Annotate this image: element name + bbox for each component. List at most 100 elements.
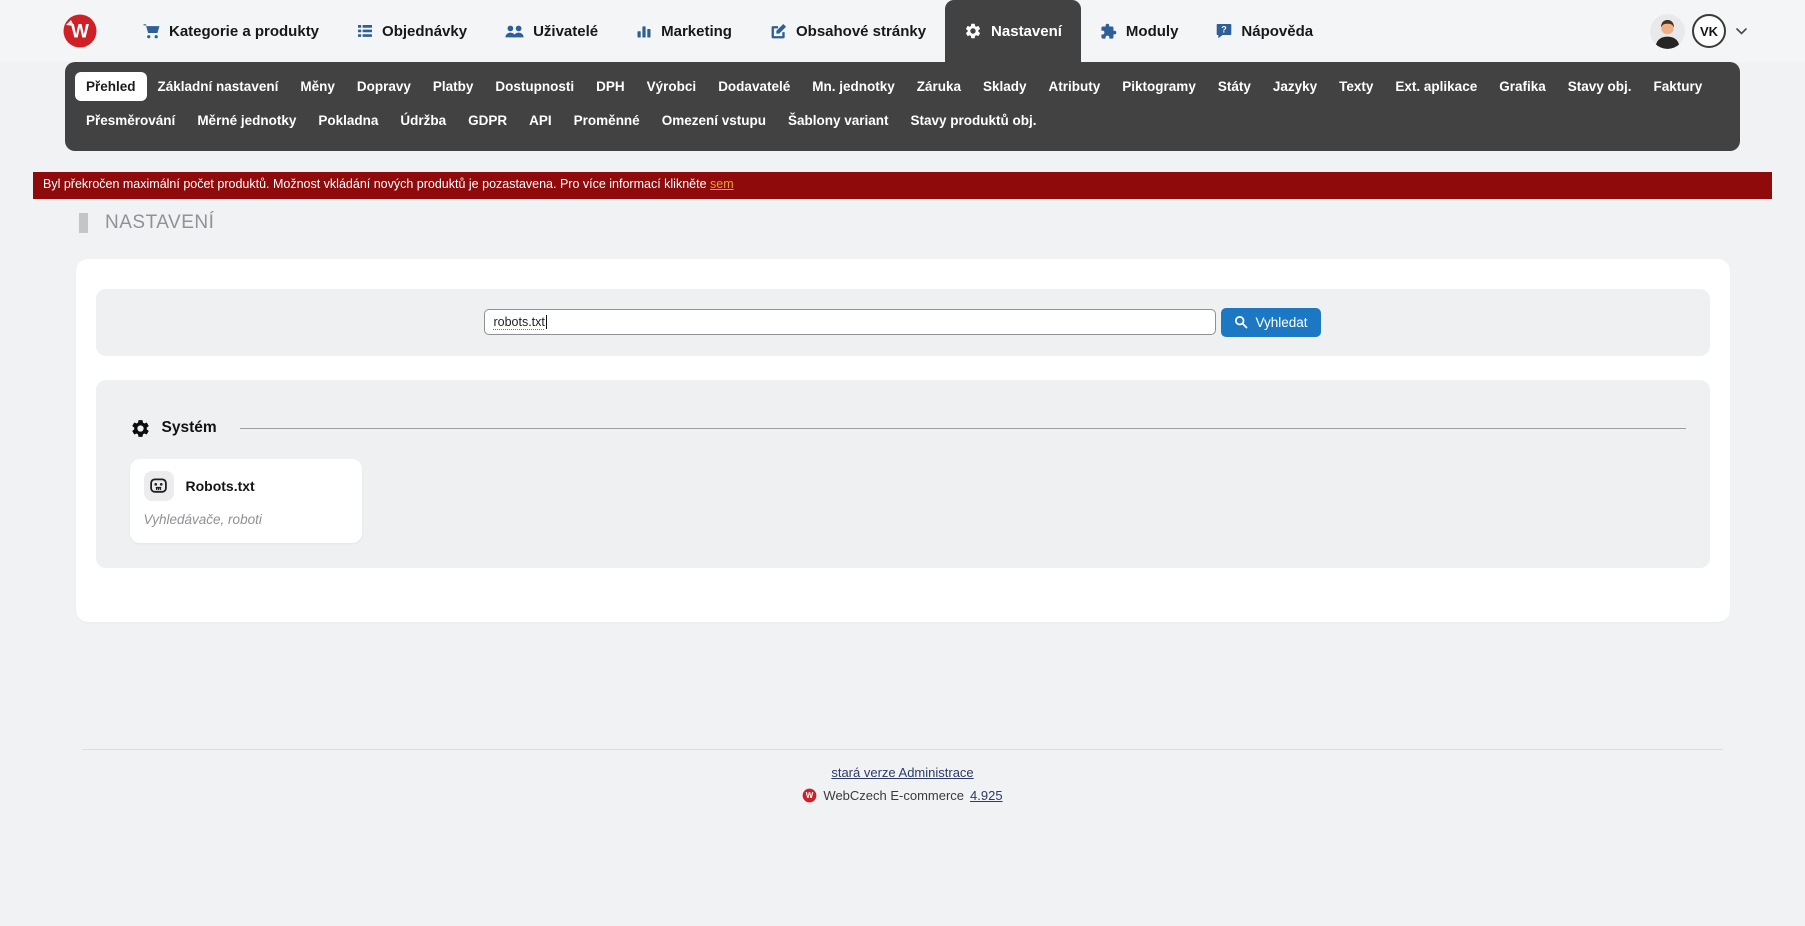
settings-subnav-item[interactable]: Přehled [75, 72, 147, 101]
settings-subnav-item[interactable]: Údržba [389, 106, 457, 135]
settings-subnav-item[interactable]: Šablony variant [777, 106, 900, 135]
edit-icon [770, 23, 787, 40]
nav-item-kategorie-a-produkty[interactable]: Kategorie a produkty [124, 0, 338, 62]
webczech-logo-icon: W [62, 13, 98, 49]
settings-subnav-item[interactable]: Faktury [1643, 72, 1714, 101]
settings-subnav-item[interactable]: DPH [585, 72, 636, 101]
footer-divider [82, 749, 1723, 750]
user-initials-badge[interactable]: VK [1692, 14, 1726, 48]
search-input[interactable]: robots.txt [484, 309, 1216, 335]
result-title: Robots.txt [186, 478, 255, 494]
settings-subnav-item[interactable]: Dostupnosti [484, 72, 585, 101]
result-subtitle: Vyhledávače, roboti [144, 512, 348, 527]
settings-subnav-item[interactable]: Měny [289, 72, 346, 101]
section-header-system: Systém [130, 418, 1686, 439]
settings-subnav-item[interactable]: Stavy produktů obj. [900, 106, 1048, 135]
settings-subnav-item[interactable]: Piktogramy [1111, 72, 1207, 101]
nav-item-uzivatele[interactable]: Uživatelé [486, 0, 617, 62]
settings-subnav-item[interactable]: Přesměrování [75, 106, 186, 135]
nav-item-label: Obsahové stránky [796, 23, 926, 40]
text-cursor [546, 315, 547, 329]
user-initials: VK [1700, 24, 1718, 39]
avatar-illustration-icon [1650, 14, 1685, 49]
top-bar: W Kategorie a produkty Objednávky Uživat… [0, 0, 1805, 62]
puzzle-icon [1100, 23, 1117, 40]
list-icon [357, 23, 373, 39]
version-link[interactable]: 4.925 [970, 788, 1003, 803]
svg-text:?: ? [1222, 25, 1228, 35]
alert-text: Byl překročen maximální počet produktů. … [43, 177, 707, 191]
nav-item-label: Nápověda [1241, 23, 1313, 40]
footer-brand-text: WebCzech E-commerce [823, 788, 964, 803]
settings-subnav-item[interactable]: Proměnné [563, 106, 651, 135]
settings-subnav-item[interactable]: Texty [1328, 72, 1384, 101]
search-results-panel: Systém Robots.txt Vyhledávače, roboti [96, 380, 1710, 568]
robot-icon [144, 471, 174, 501]
settings-subnav-item[interactable]: Sklady [972, 72, 1038, 101]
result-card-robots-txt[interactable]: Robots.txt Vyhledávače, roboti [130, 459, 362, 543]
settings-subnav: PřehledZákladní nastaveníMěnyDopravyPlat… [65, 62, 1740, 151]
chart-icon [636, 23, 652, 39]
settings-subnav-item[interactable]: Výrobci [636, 72, 708, 101]
title-accent-bar [79, 213, 88, 233]
nav-item-marketing[interactable]: Marketing [617, 0, 751, 62]
settings-subnav-item[interactable]: Záruka [906, 72, 972, 101]
gear-icon [964, 22, 982, 40]
user-area: VK [1650, 0, 1747, 62]
search-panel: robots.txt Vyhledat [96, 289, 1710, 356]
nav-item-label: Marketing [661, 23, 732, 40]
settings-subnav-item[interactable]: Stavy obj. [1557, 72, 1643, 101]
gear-icon [130, 418, 151, 439]
page-title: NASTAVENÍ [105, 212, 214, 234]
help-icon: ? [1216, 23, 1232, 39]
section-title: Systém [162, 419, 217, 437]
page-title-row: NASTAVENÍ [79, 212, 1805, 234]
cart-icon [143, 23, 160, 40]
users-icon [505, 24, 524, 39]
nav-item-napoveda[interactable]: ? Nápověda [1197, 0, 1332, 62]
section-divider [240, 428, 1686, 429]
chevron-down-icon[interactable] [1736, 28, 1747, 35]
old-admin-version-link[interactable]: stará verze Administrace [831, 765, 973, 780]
settings-subnav-item[interactable]: Platby [422, 72, 485, 101]
settings-subnav-item[interactable]: Pokladna [307, 106, 389, 135]
alert-link[interactable]: sem [710, 177, 734, 191]
settings-subnav-item[interactable]: Základní nastavení [147, 72, 290, 101]
search-input-value: robots.txt [493, 315, 544, 329]
nav-item-label: Kategorie a produkty [169, 23, 319, 40]
result-card-header: Robots.txt [144, 471, 348, 501]
search-button[interactable]: Vyhledat [1221, 308, 1320, 337]
nav-item-label: Uživatelé [533, 23, 598, 40]
settings-subnav-item[interactable]: Atributy [1038, 72, 1112, 101]
settings-subnav-item[interactable]: API [518, 106, 563, 135]
settings-subnav-item[interactable]: Dopravy [346, 72, 422, 101]
settings-overview-card: robots.txt Vyhledat Systém Robots.txt Vy [76, 259, 1730, 622]
webczech-logo-small-icon: W [802, 788, 817, 803]
settings-subnav-item[interactable]: Mn. jednotky [801, 72, 906, 101]
product-limit-alert: Byl překročen maximální počet produktů. … [33, 172, 1772, 199]
svg-text:W: W [806, 791, 814, 800]
settings-subnav-item[interactable]: Dodavatelé [707, 72, 801, 101]
brand-logo[interactable]: W [62, 0, 98, 62]
settings-subnav-item[interactable]: Ext. aplikace [1384, 72, 1488, 101]
settings-subnav-item[interactable]: Omezení vstupu [651, 106, 777, 135]
magnifier-icon [1234, 315, 1248, 329]
nav-item-moduly[interactable]: Moduly [1081, 0, 1198, 62]
settings-subnav-row-2: PřesměrováníMěrné jednotkyPokladnaÚdržba… [75, 106, 1730, 135]
settings-subnav-item[interactable]: GDPR [457, 106, 518, 135]
settings-subnav-item[interactable]: Měrné jednotky [186, 106, 307, 135]
nav-item-label: Objednávky [382, 23, 467, 40]
nav-item-nastaveni[interactable]: Nastavení [945, 0, 1081, 62]
main-nav: Kategorie a produkty Objednávky Uživatel… [124, 0, 1332, 62]
nav-item-objednavky[interactable]: Objednávky [338, 0, 486, 62]
settings-subnav-row-1: PřehledZákladní nastaveníMěnyDopravyPlat… [75, 72, 1730, 101]
nav-item-obsahove-stranky[interactable]: Obsahové stránky [751, 0, 945, 62]
svg-text:W: W [71, 22, 89, 43]
user-avatar[interactable] [1650, 14, 1685, 49]
settings-subnav-item[interactable]: Státy [1207, 72, 1262, 101]
nav-item-label: Nastavení [991, 23, 1062, 40]
search-button-label: Vyhledat [1255, 315, 1307, 330]
settings-subnav-item[interactable]: Jazyky [1262, 72, 1328, 101]
settings-subnav-item[interactable]: Grafika [1488, 72, 1557, 101]
footer-brand-line: W WebCzech E-commerce 4.925 [0, 788, 1805, 803]
